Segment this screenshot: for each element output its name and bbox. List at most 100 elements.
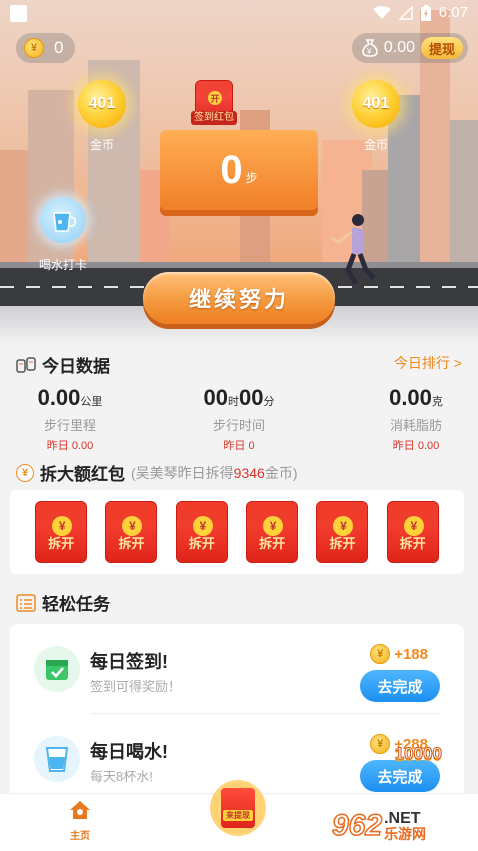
task-list-icon [16,593,36,612]
task-water-button[interactable]: 去完成 [360,760,440,792]
money-bag-icon: ¥ [362,39,378,57]
watermark-site: 乐游网 [384,826,427,842]
bonus-badge: 10000 [394,744,442,764]
stat-distance-label: 步行里程 [43,418,96,433]
open-envelope-label: 拆开 [399,536,426,551]
stat-distance: 0.00公里 步行里程 昨日 0.00 [0,385,140,453]
runner-illustration [331,214,376,286]
step-count: 0 [220,147,243,192]
bubble-right-label: 金币 [363,138,388,152]
clock: 6:07 [438,4,468,21]
task-water-desc: 每天8杯水! [90,769,153,784]
stat-time-minutes-unit: 分 [263,396,275,408]
red-envelope-icon: 来提现 [221,788,255,828]
stat-time-hours: 00 [203,385,228,410]
today-data-title: 今日数据 [42,357,110,376]
water-glass-icon [34,736,80,782]
red-envelope[interactable]: ¥ 拆开 [316,501,369,563]
coin-balance[interactable]: ¥ 0 [16,33,76,63]
task-signin-button[interactable]: 去完成 [360,670,440,702]
task-water-title: 每日喝水! [90,742,168,762]
red-envelope[interactable]: ¥ 拆开 [386,501,439,563]
sign-red-envelope-label: 签到红包 [191,111,237,125]
svg-text:¥: ¥ [366,47,372,56]
status-icons: 6:07 [372,4,468,21]
coin-icon: ¥ [24,38,44,58]
battery-charging-icon [420,4,431,21]
task-row-signin: 每日签到! 签到可得奖励！ ¥ +188 去完成 [10,624,464,712]
step-counter: 0 步 [160,130,318,210]
stat-time-value-line: 00时00分 [169,385,309,411]
home-icon [70,801,90,819]
fab-label: 来提现 [223,810,253,821]
stat-distance-unit: 公里 [80,396,103,408]
water-checkin-bubble[interactable] [40,197,86,243]
stat-fat-unit: 克 [431,396,443,408]
stat-time-minutes: 00 [239,385,264,410]
red-envelope-row: ¥ 拆开 ¥ 拆开 ¥ 拆开 ¥ 拆开 ¥ 拆开 ¥ 拆开 [10,490,464,574]
tasks-title: 轻松任务 [42,595,110,614]
watermark-number: 962 [331,808,383,843]
big-hongbao-subtitle-suffix: 金币) [264,464,298,481]
red-envelope[interactable]: ¥ 拆开 [105,501,158,563]
cash-balance: ¥ 0.00 提现 [351,33,468,63]
today-data-header: 今日数据 [16,352,110,377]
today-ranking-link[interactable]: 今日排行 > [394,353,462,373]
stat-distance-yesterday: 昨日 0.00 [46,440,94,452]
nav-home-label: 主页 [70,831,90,842]
open-envelope-label: 拆开 [329,536,356,551]
notification-icon [10,5,27,22]
calendar-check-icon [34,646,80,692]
step-unit: 步 [245,170,258,185]
task-signin-title: 每日签到! [90,652,168,672]
coin-icon: ¥ [370,644,391,664]
stat-time-hours-unit: 时 [228,396,239,408]
stat-fat-value-line: 0.00克 [346,385,478,411]
cash-balance-value: 0.00 [383,39,415,56]
nav-home[interactable]: 主页 [60,800,100,842]
open-envelope-label: 拆开 [188,536,215,551]
bubble-left-value: 401 [88,95,116,112]
open-envelope-label: 拆开 [259,536,286,551]
withdraw-fab[interactable]: 来提现 [210,780,266,836]
open-envelope-label: 拆开 [48,536,75,551]
task-signin-reward: ¥ +188 [370,644,428,664]
stat-time: 00时00分 步行时间 昨日 0 [169,385,309,453]
stat-distance-value: 0.00 [37,385,81,410]
big-hongbao-amount: 9346 [233,464,265,481]
big-hongbao-title: 拆大额红包 [40,465,125,484]
task-signin-desc: 签到可得奖励！ [90,679,182,694]
signal-off-icon [398,5,413,20]
open-envelope-label: 拆开 [118,536,145,551]
footprint-icon [16,356,36,373]
wifi-icon [372,5,391,19]
stat-fat-yesterday: 昨日 0.00 [392,440,440,452]
stat-fat-value: 0.00 [389,385,432,410]
withdraw-button[interactable]: 提现 [420,37,463,59]
red-envelope[interactable]: ¥ 拆开 [175,501,228,563]
bubble-right-value: 401 [362,95,390,112]
coin-icon: ¥ [16,463,34,482]
watermark-net: .NET [384,810,421,827]
water-drop-icon [53,212,76,232]
gold-coin-bubble-left[interactable]: 401 [78,80,126,128]
big-hongbao-subtitle: (吴美琴昨日拆得9346金币) [131,463,298,483]
stat-time-yesterday: 昨日 0 [223,440,255,452]
red-envelope[interactable]: ¥ 拆开 [35,501,88,563]
stat-distance-value-line: 0.00公里 [0,385,140,411]
big-hongbao-subtitle-prefix: (吴美琴昨日拆得 [131,464,234,481]
tasks-header: 轻松任务 [16,590,110,615]
bubble-left-label: 金币 [89,138,114,152]
red-envelope[interactable]: ¥ 拆开 [246,501,299,563]
big-hongbao-header: ¥ 拆大额红包 (吴美琴昨日拆得9346金币) [16,460,298,485]
continue-button[interactable]: 继续努力 [143,272,335,324]
task-list: 每日签到! 签到可得奖励！ ¥ +188 去完成 每日喝水! 每天8杯水! ¥ … [10,624,464,804]
building [450,120,478,270]
coin-icon: ¥ [370,734,391,754]
site-watermark: 962 .NET 乐游网 [331,806,472,846]
task-signin-reward-value: +188 [394,645,428,663]
water-checkin-label: 喝水打卡 [38,258,87,272]
coin-balance-value: 0 [54,38,64,57]
gold-coin-bubble-right[interactable]: 401 [352,80,400,128]
stat-time-label: 步行时间 [212,418,265,433]
